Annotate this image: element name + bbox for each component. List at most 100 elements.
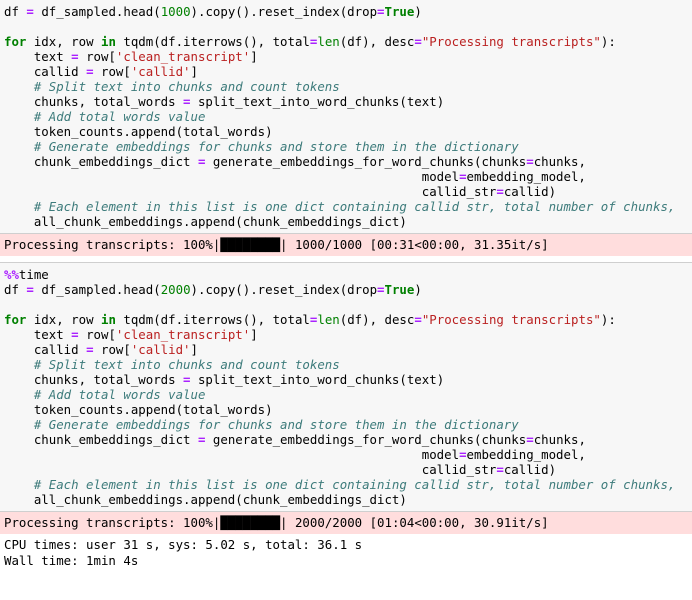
progress-timing: [00:31<00:00, 31.35it/s] [369,237,549,252]
code-line: chunk_embeddings_dict = generate_embeddi… [0,154,692,169]
code-token-plain: ] [250,327,258,342]
code-token-plain: tqdm(df.iterrows(), total [115,34,310,49]
code-token-com: # Add total words value [33,109,206,124]
code-token-op: = [414,312,422,327]
progress-counts: 1000/1000 [287,237,370,252]
code-token-str: 'callid' [130,64,191,79]
progress-percent: 100% [183,515,213,530]
code-token-kw: in [101,34,116,49]
code-token-op: = [86,64,94,79]
code-line: text = row['clean_transcript'] [0,327,692,342]
code-token-plain: idx, row [26,34,101,49]
code-token-str: 'clean_transcript' [115,49,251,64]
code-token-com: # Each element in this list is one dict … [33,477,676,492]
code-token-com: # Add total words value [33,387,206,402]
code-line: # Split text into chunks and count token… [0,79,692,94]
code-token-op: = [71,327,79,342]
code-token-op: = [496,184,504,199]
code-line: all_chunk_embeddings.append(chunk_embedd… [0,492,692,507]
code-token-plain: ): [600,34,616,49]
code-token-plain: model [4,447,460,462]
code-line: # Generate embeddings for chunks and sto… [0,417,692,432]
code-token-op: = [86,342,94,357]
code-line: model=embedding_model, [0,447,692,462]
code-token-plain: generate_embeddings_for_word_chunks(chun… [205,154,527,169]
code-token-plain: chunks, total_words [4,94,184,109]
code-line: text = row['clean_transcript'] [0,49,692,64]
code-cell-1[interactable]: df = df_sampled.head(1000).copy().reset_… [0,0,692,234]
code-token-plain: token_counts.append(total_words) [4,124,273,139]
output-timing: CPU times: user 31 s, sys: 5.02 s, total… [0,534,692,573]
output-progress-2: Processing transcripts: 100%|████████| 2… [0,512,692,534]
progress-description: Processing transcripts: [4,237,184,252]
progress-counts: 2000/2000 [287,515,370,530]
notebook-container: df = df_sampled.head( 1000).copy().reset_… [0,0,692,573]
code-token-num: 1000 [160,4,191,19]
code-token-op: = [183,372,191,387]
code-token-plain: callid_str [4,184,497,199]
code-token-plain: generate_embeddings_for_word_chunks(chun… [205,432,527,447]
code-line: %%time [0,267,692,282]
code-token-magic: %% [4,267,19,282]
code-token-plain: row[ [93,342,131,357]
code-line: callid_str=callid) [0,462,692,477]
code-token-str: 'callid' [130,342,191,357]
progress-bar-fill: ████████ [220,237,281,252]
code-token-builtin: len [317,34,340,49]
code-token-kw: for [4,312,27,327]
code-token-op: = [496,462,504,477]
code-line: for idx, row in tqdm(df.iterrows(), tota… [0,312,692,327]
code-token-plain: chunks, total_words [4,372,184,387]
code-line: callid = row['callid'] [0,342,692,357]
code-token-op: = [377,282,385,297]
code-token-plain: row[ [78,49,116,64]
code-token-plain: df [4,282,27,297]
code-line: callid_str=callid) [0,184,692,199]
code-token-plain: callid [4,64,87,79]
code-token-op: = [377,4,385,19]
code-token-plain: ) [414,282,422,297]
progress-bar-line: Processing transcripts: 100%|████████| 2… [0,515,692,531]
code-token-kw: in [101,312,116,327]
code-token-plain: df_sampled.head( [33,282,161,297]
code-token-com: # Split text into chunks and count token… [33,79,340,94]
code-token-op: = [26,4,34,19]
code-line: chunks, total_words = split_text_into_wo… [0,372,692,387]
code-token-plain: row[ [78,327,116,342]
code-token-plain: all_chunk_embeddings.append(chunk_embedd… [4,214,407,229]
code-token-plain: callid) [503,184,557,199]
code-token-plain: text [4,49,72,64]
code-token-plain: chunk_embeddings_dict [4,154,198,169]
output-progress-1: Processing transcripts: 100%|████████| 1… [0,234,692,256]
code-token-com: # Generate embeddings for chunks and sto… [33,417,519,432]
code-token-plain: (df), desc [339,312,415,327]
code-token-plain: chunks, [533,154,586,169]
code-token-op: = [414,34,422,49]
code-token-op: = [71,49,79,64]
progress-bar-bracket-right: | [280,515,288,530]
code-line: token_counts.append(total_words) [0,124,692,139]
code-token-kw: for [4,34,27,49]
code-line: chunks, total_words = split_text_into_wo… [0,94,692,109]
code-token-op: = [183,94,191,109]
code-token-plain: ): [600,312,616,327]
code-token-kw: True [384,4,415,19]
code-token-str: "Processing transcripts" [421,34,601,49]
progress-bar-line: Processing transcripts: 100%|████████| 1… [0,237,692,253]
code-token-plain: ).copy().reset_index(drop [190,4,378,19]
code-cell-2[interactable]: %%time df = df_sampled.head(2000).copy().… [0,262,692,512]
code-token-plain: ] [250,49,258,64]
progress-percent: 100% [183,237,213,252]
progress-bar-bracket-right: | [280,237,288,252]
code-token-op: = [526,432,534,447]
code-token-plain: time [18,267,49,282]
code-token-plain: split_text_into_word_chunks(text) [190,94,445,109]
code-line: chunk_embeddings_dict = generate_embeddi… [0,432,692,447]
code-token-plain: split_text_into_word_chunks(text) [190,372,445,387]
code-token-plain: text [4,327,72,342]
progress-description: Processing transcripts: [4,515,184,530]
